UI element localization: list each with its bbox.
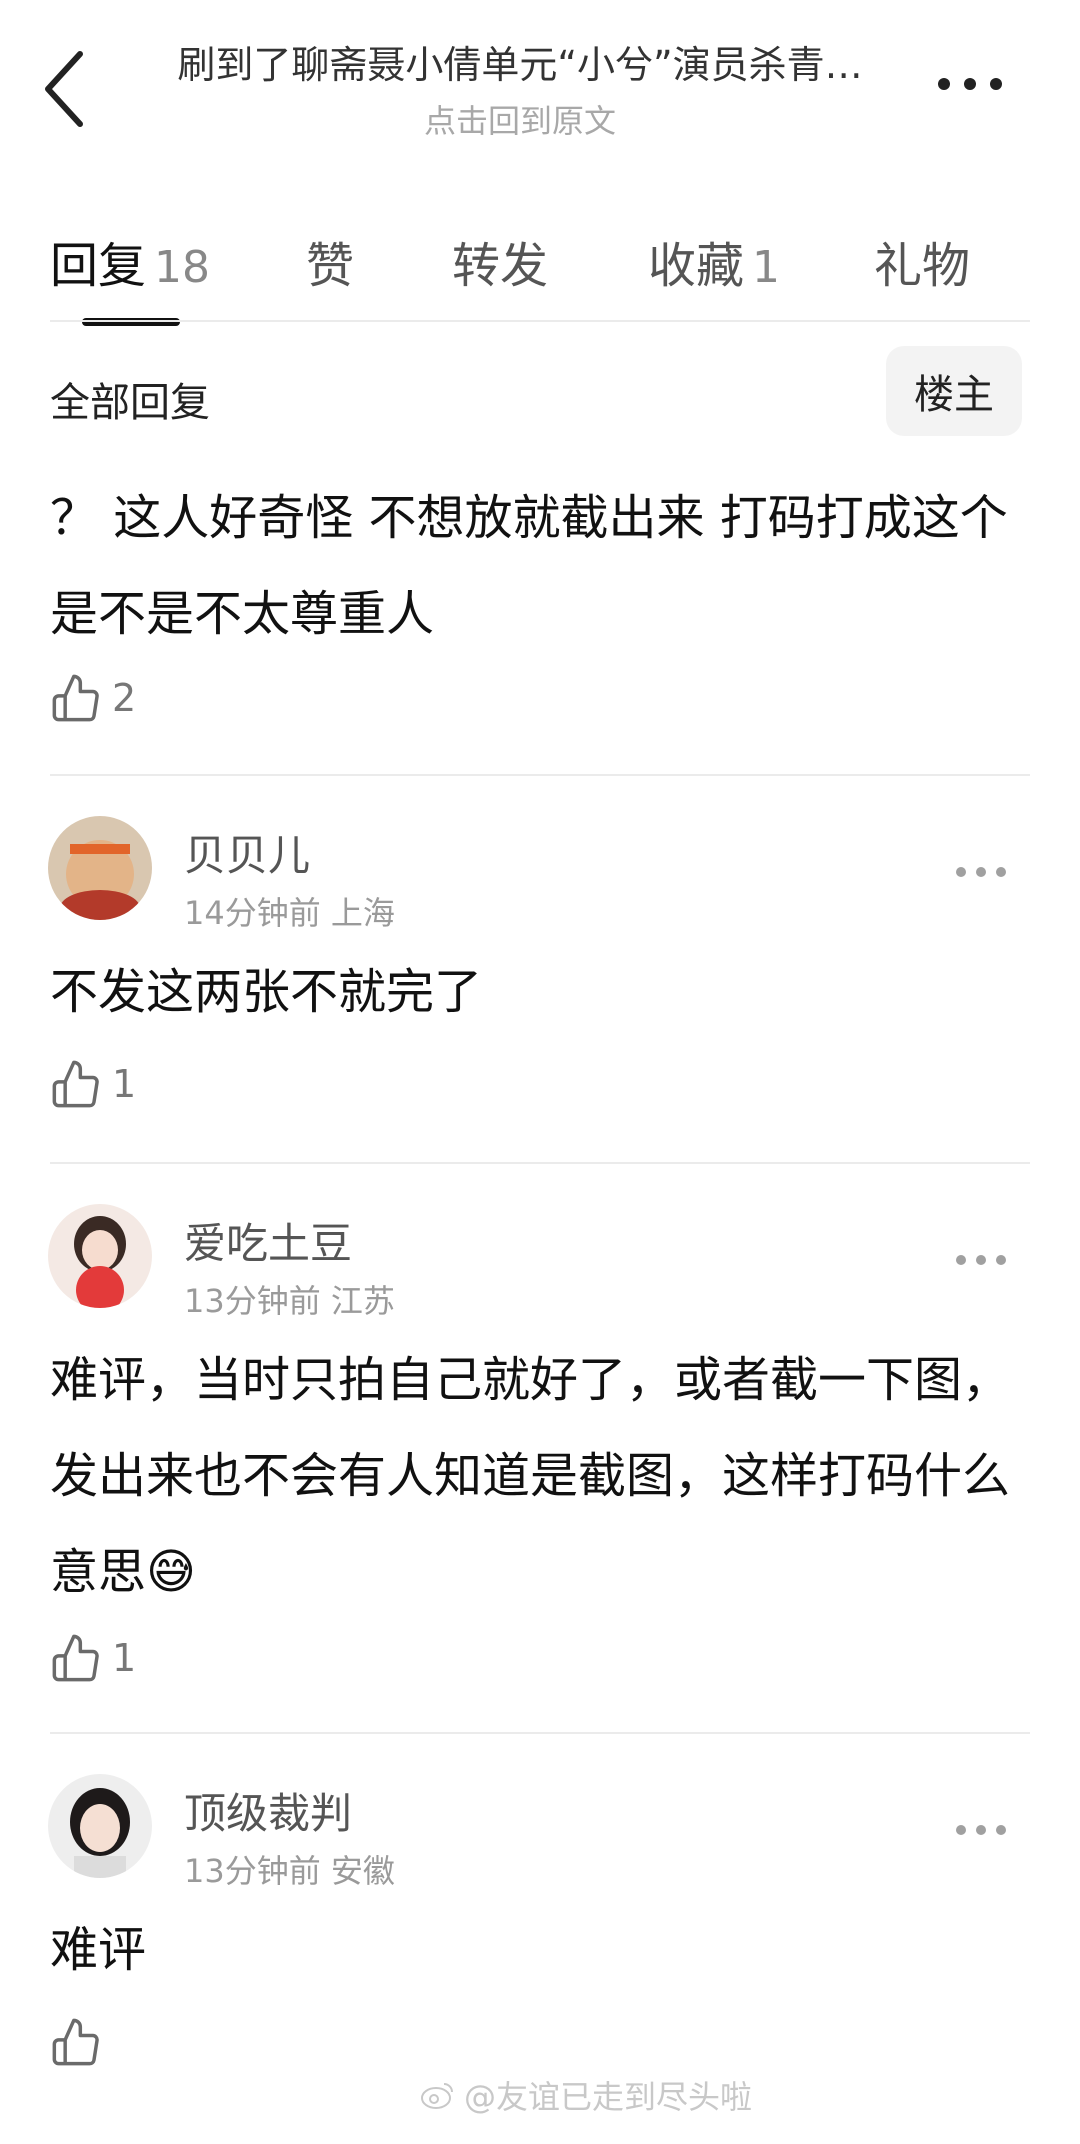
- more-options-button[interactable]: [920, 72, 1020, 96]
- comment-text: 难评，当时只拍自己就好了，或者截一下图，发出来也不会有人知道是截图，这样打码什么…: [50, 1352, 1011, 1600]
- more-dot: [938, 78, 950, 90]
- all-replies-label: 全部回复: [50, 380, 210, 426]
- chevron-left-icon: [45, 51, 83, 127]
- tabs-divider: [50, 320, 1030, 322]
- comment-more-button[interactable]: [956, 1820, 1040, 1840]
- comment-text: 不发这两张不就完了: [50, 964, 483, 1020]
- reply-divider: [50, 1162, 1030, 1164]
- avatar[interactable]: [48, 816, 152, 920]
- comment-meta: 14分钟前 上海: [184, 888, 395, 934]
- avatar-image-bear: [48, 816, 152, 920]
- comment-meta: 13分钟前 江苏: [184, 1276, 395, 1322]
- comment-time: 13分钟前: [184, 1282, 321, 1320]
- comment-username[interactable]: 顶级裁判: [184, 1780, 352, 1841]
- comment-text: 难评: [50, 1922, 147, 1978]
- avatar[interactable]: [48, 1774, 152, 1878]
- weibo-logo-icon: [421, 2083, 453, 2109]
- avatar-image-girl: [48, 1774, 152, 1878]
- avatar-image-girl: [48, 1204, 152, 1308]
- tab-replies-label: 回复: [50, 238, 147, 294]
- comment-more-button[interactable]: [956, 862, 1040, 882]
- reply-divider: [50, 1732, 1030, 1734]
- tab-replies[interactable]: 回复 18: [50, 226, 210, 296]
- thumbs-up-icon: [52, 1060, 99, 1108]
- comment-location: 安徽: [330, 1852, 395, 1890]
- comment-meta: 13分钟前 安徽: [184, 1846, 395, 1892]
- tab-likes-label: 赞: [306, 238, 355, 294]
- comment-username[interactable]: 贝贝儿: [184, 822, 310, 883]
- tab-gifts[interactable]: 礼物: [874, 226, 970, 296]
- comment-like-button[interactable]: 1: [50, 1632, 136, 1684]
- tab-gifts-label: 礼物: [874, 238, 971, 294]
- like-count: 2: [112, 676, 137, 720]
- tab-favorites-label: 收藏: [648, 238, 745, 294]
- avatar[interactable]: [48, 1204, 152, 1308]
- back-to-original-link[interactable]: 点击回到原文: [150, 96, 890, 142]
- main-reply-text: ？ 这人好奇怪 不想放就截出来 打码打成这个是不是不太尊重人: [50, 490, 1008, 642]
- tab-reposts-label: 转发: [452, 238, 549, 294]
- comment-time: 13分钟前: [184, 1852, 321, 1890]
- more-dot: [990, 78, 1002, 90]
- tab-favorites[interactable]: 收藏 1: [648, 226, 780, 296]
- tab-replies-count: 18: [154, 242, 211, 293]
- like-count: 1: [112, 1062, 137, 1106]
- comment-time: 14分钟前: [184, 894, 321, 932]
- like-count: 1: [112, 1636, 137, 1680]
- weibo-watermark: @友谊已走到尽头啦: [420, 2072, 752, 2118]
- op-filter-button[interactable]: 楼主: [886, 346, 1022, 436]
- comment-location: 江苏: [330, 1282, 395, 1320]
- thumbs-up-icon: [52, 674, 99, 722]
- comment-location: 上海: [330, 894, 395, 932]
- watermark-text: @友谊已走到尽头啦: [464, 2078, 753, 2116]
- comment-like-button[interactable]: [50, 2016, 112, 2068]
- thumbs-up-icon: [52, 1634, 99, 1682]
- back-button[interactable]: [36, 44, 96, 134]
- reply-divider: [50, 774, 1030, 776]
- comment-username[interactable]: 爱吃土豆: [184, 1210, 352, 1271]
- more-dot: [964, 78, 976, 90]
- tab-reposts[interactable]: 转发: [452, 226, 548, 296]
- post-title[interactable]: 刷到了聊斋聂小倩单元“小兮”演员杀青…: [150, 34, 890, 89]
- main-reply-like-button[interactable]: 2: [50, 672, 136, 724]
- comment-more-button[interactable]: [956, 1250, 1040, 1270]
- tab-favorites-count: 1: [752, 242, 781, 293]
- thumbs-up-icon: [52, 2018, 99, 2066]
- comment-like-button[interactable]: 1: [50, 1058, 136, 1110]
- tab-likes[interactable]: 赞: [306, 226, 354, 296]
